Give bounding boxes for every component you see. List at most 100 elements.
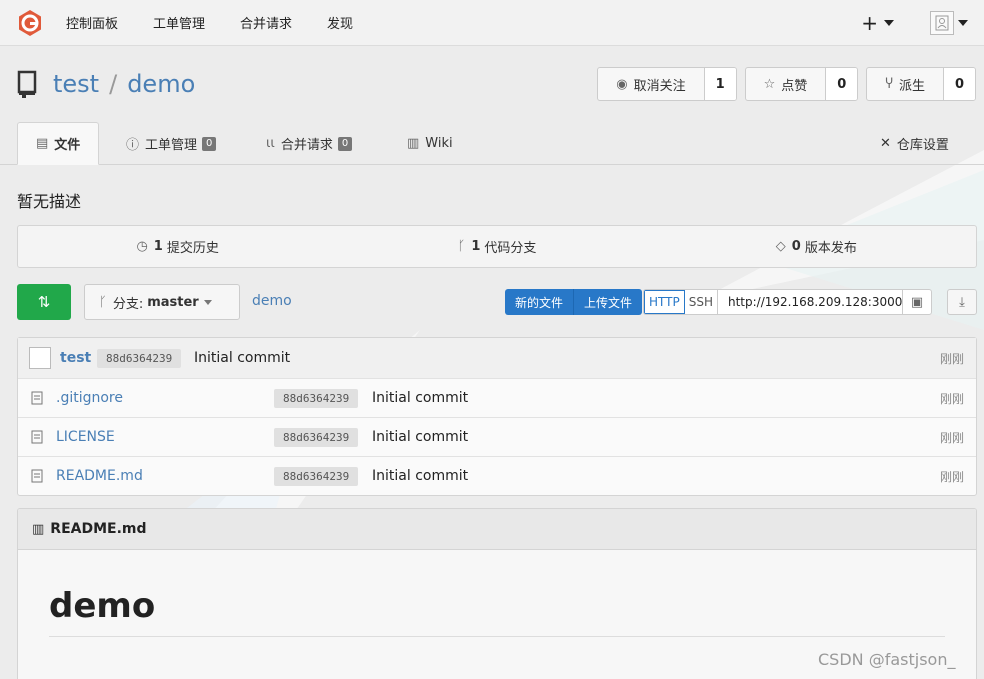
fork-button[interactable]: Ⴤ 派生 0 [866, 67, 976, 101]
nav-pulls[interactable]: 合并请求 [240, 13, 292, 32]
table-row: LICENSE 88d6364239 Initial commit 刚刚 [18, 417, 976, 456]
star-icon: ☆ [763, 76, 776, 92]
nav-issues[interactable]: 工单管理 [153, 13, 205, 32]
readme-divider [49, 636, 945, 637]
repo-stats-bar: ◷ 1 提交历史 ᚴ 1 代码分支 ◇ 0 版本发布 [17, 225, 977, 268]
readme-header: ▥ README.md [18, 509, 976, 550]
repo-title-separator: / [109, 70, 118, 98]
tab-wiki[interactable]: ▥ Wiki [407, 122, 453, 165]
clone-url-group: HTTP SSH http://192.168.209.128:3000/tes… [643, 289, 932, 315]
user-avatar[interactable] [930, 10, 954, 35]
file-commit-sha[interactable]: 88d6364239 [274, 466, 359, 486]
ssh-protocol-button[interactable]: SSH [685, 290, 718, 314]
table-row: README.md 88d6364239 Initial commit 刚刚 [18, 456, 976, 495]
branches-label: 代码分支 [484, 241, 537, 256]
branch-icon: ᚴ [457, 239, 466, 254]
upload-file-button[interactable]: 上传文件 [573, 289, 642, 315]
copy-clipboard-icon[interactable]: ▣ [903, 290, 931, 314]
tag-icon: ◇ [775, 239, 786, 254]
git-compare-icon: ⇅ [37, 293, 51, 311]
path-breadcrumb[interactable]: demo [252, 293, 292, 309]
star-count[interactable]: 0 [825, 68, 858, 100]
clone-url-input[interactable]: http://192.168.209.128:3000/test/demo.gi… [718, 290, 903, 314]
dropdown-caret-icon [203, 299, 212, 305]
file-commit-message[interactable]: Initial commit [372, 468, 468, 484]
latest-commit-row: test 88d6364239 Initial commit 刚刚 [18, 338, 976, 378]
file-action-buttons: 新的文件 上传文件 [505, 289, 643, 315]
table-row: .gitignore 88d6364239 Initial commit 刚刚 [18, 378, 976, 417]
file-name-link[interactable]: README.md [56, 468, 143, 484]
branch-dropdown[interactable]: ᚴ 分支: master [84, 284, 240, 320]
branches-count: 1 [471, 239, 481, 254]
tab-wiki-label: Wiki [425, 136, 453, 151]
create-new-button[interactable]: + [861, 11, 878, 35]
file-commit-time: 刚刚 [939, 469, 964, 484]
http-protocol-button[interactable]: HTTP [644, 290, 685, 314]
pulls-count-badge: 0 [337, 136, 353, 151]
readme-heading: demo [49, 586, 156, 626]
repo-owner-link[interactable]: test [53, 70, 99, 98]
nav-dashboard[interactable]: 控制面板 [66, 13, 118, 32]
tab-pulls-label: 合并请求 [280, 138, 333, 153]
star-button[interactable]: ☆ 点赞 0 [744, 67, 859, 101]
tab-issues[interactable]: ⓘ 工单管理 0 [126, 122, 217, 165]
commits-label: 提交历史 [166, 241, 219, 256]
branch-prefix: 分支: [112, 296, 144, 312]
user-menu-caret-icon[interactable] [958, 19, 968, 26]
commit-message: Initial commit [194, 350, 291, 366]
watermark: CSDN @fastjson_ [818, 650, 956, 669]
file-name-link[interactable]: .gitignore [56, 390, 123, 406]
create-dropdown-caret-icon[interactable] [884, 19, 894, 26]
book-icon: ▥ [32, 521, 45, 537]
book-open-icon: ▥ [407, 136, 420, 151]
new-file-button[interactable]: 新的文件 [505, 289, 573, 315]
tab-files-label: 文件 [54, 138, 81, 153]
issues-count-badge: 0 [202, 136, 217, 151]
pull-request-icon: ɩɩ [266, 136, 275, 151]
eye-icon: ◉ [616, 76, 628, 92]
download-icon: ⤓ [959, 294, 965, 310]
tab-files[interactable]: ▤ 文件 [17, 122, 100, 165]
file-icon [31, 469, 43, 483]
file-commit-sha[interactable]: 88d6364239 [274, 388, 359, 408]
file-text-icon: ▤ [36, 136, 49, 151]
fork-icon: Ⴤ [885, 76, 893, 92]
gogs-logo-icon[interactable] [16, 9, 44, 37]
file-name-link[interactable]: LICENSE [56, 429, 115, 445]
commit-sha[interactable]: 88d6364239 [97, 348, 182, 368]
tab-settings-label: 仓库设置 [896, 138, 949, 153]
download-button[interactable]: ⤓ [947, 289, 977, 315]
file-icon [31, 391, 43, 405]
nav-explore[interactable]: 发现 [327, 13, 353, 32]
star-label: 点赞 [781, 78, 808, 94]
file-table: test 88d6364239 Initial commit 刚刚 .gitig… [17, 337, 977, 496]
file-commit-message[interactable]: Initial commit [372, 429, 468, 445]
repo-title: test / demo [53, 70, 195, 98]
compare-button[interactable]: ⇅ [17, 284, 71, 320]
issue-opened-icon: ⓘ [126, 138, 140, 153]
unwatch-button[interactable]: ◉ 取消关注 1 [597, 67, 737, 101]
tab-settings[interactable]: ✕ 仓库设置 [880, 122, 949, 165]
repo-name-link[interactable]: demo [127, 70, 195, 98]
fork-count[interactable]: 0 [943, 68, 975, 100]
commit-author[interactable]: test [60, 350, 91, 366]
avatar-placeholder-icon [935, 15, 949, 30]
repo-header: test / demo ◉ 取消关注 1 ☆ 点赞 0 Ⴤ 派生 0 [17, 66, 976, 102]
tab-pulls[interactable]: ɩɩ 合并请求 0 [266, 122, 353, 165]
branch-name: master [147, 294, 199, 310]
file-commit-sha[interactable]: 88d6364239 [274, 427, 359, 447]
branches-stat[interactable]: ᚴ 1 代码分支 [337, 226, 656, 267]
repo-description: 暂无描述 [17, 192, 82, 211]
branch-icon: ᚴ [99, 294, 107, 310]
repo-toolbar: ⇅ ᚴ 分支: master demo 新的文件 上传文件 HTTP SSH h… [17, 284, 977, 320]
file-commit-time: 刚刚 [939, 430, 964, 445]
commit-author-avatar[interactable] [29, 347, 51, 369]
watch-count[interactable]: 1 [703, 68, 736, 100]
releases-label: 版本发布 [804, 241, 857, 256]
tools-icon: ✕ [880, 136, 891, 151]
commits-stat[interactable]: ◷ 1 提交历史 [18, 226, 337, 267]
releases-count: 0 [791, 239, 801, 254]
file-commit-message[interactable]: Initial commit [372, 390, 468, 406]
releases-stat[interactable]: ◇ 0 版本发布 [657, 226, 976, 267]
repo-book-icon [17, 70, 37, 98]
